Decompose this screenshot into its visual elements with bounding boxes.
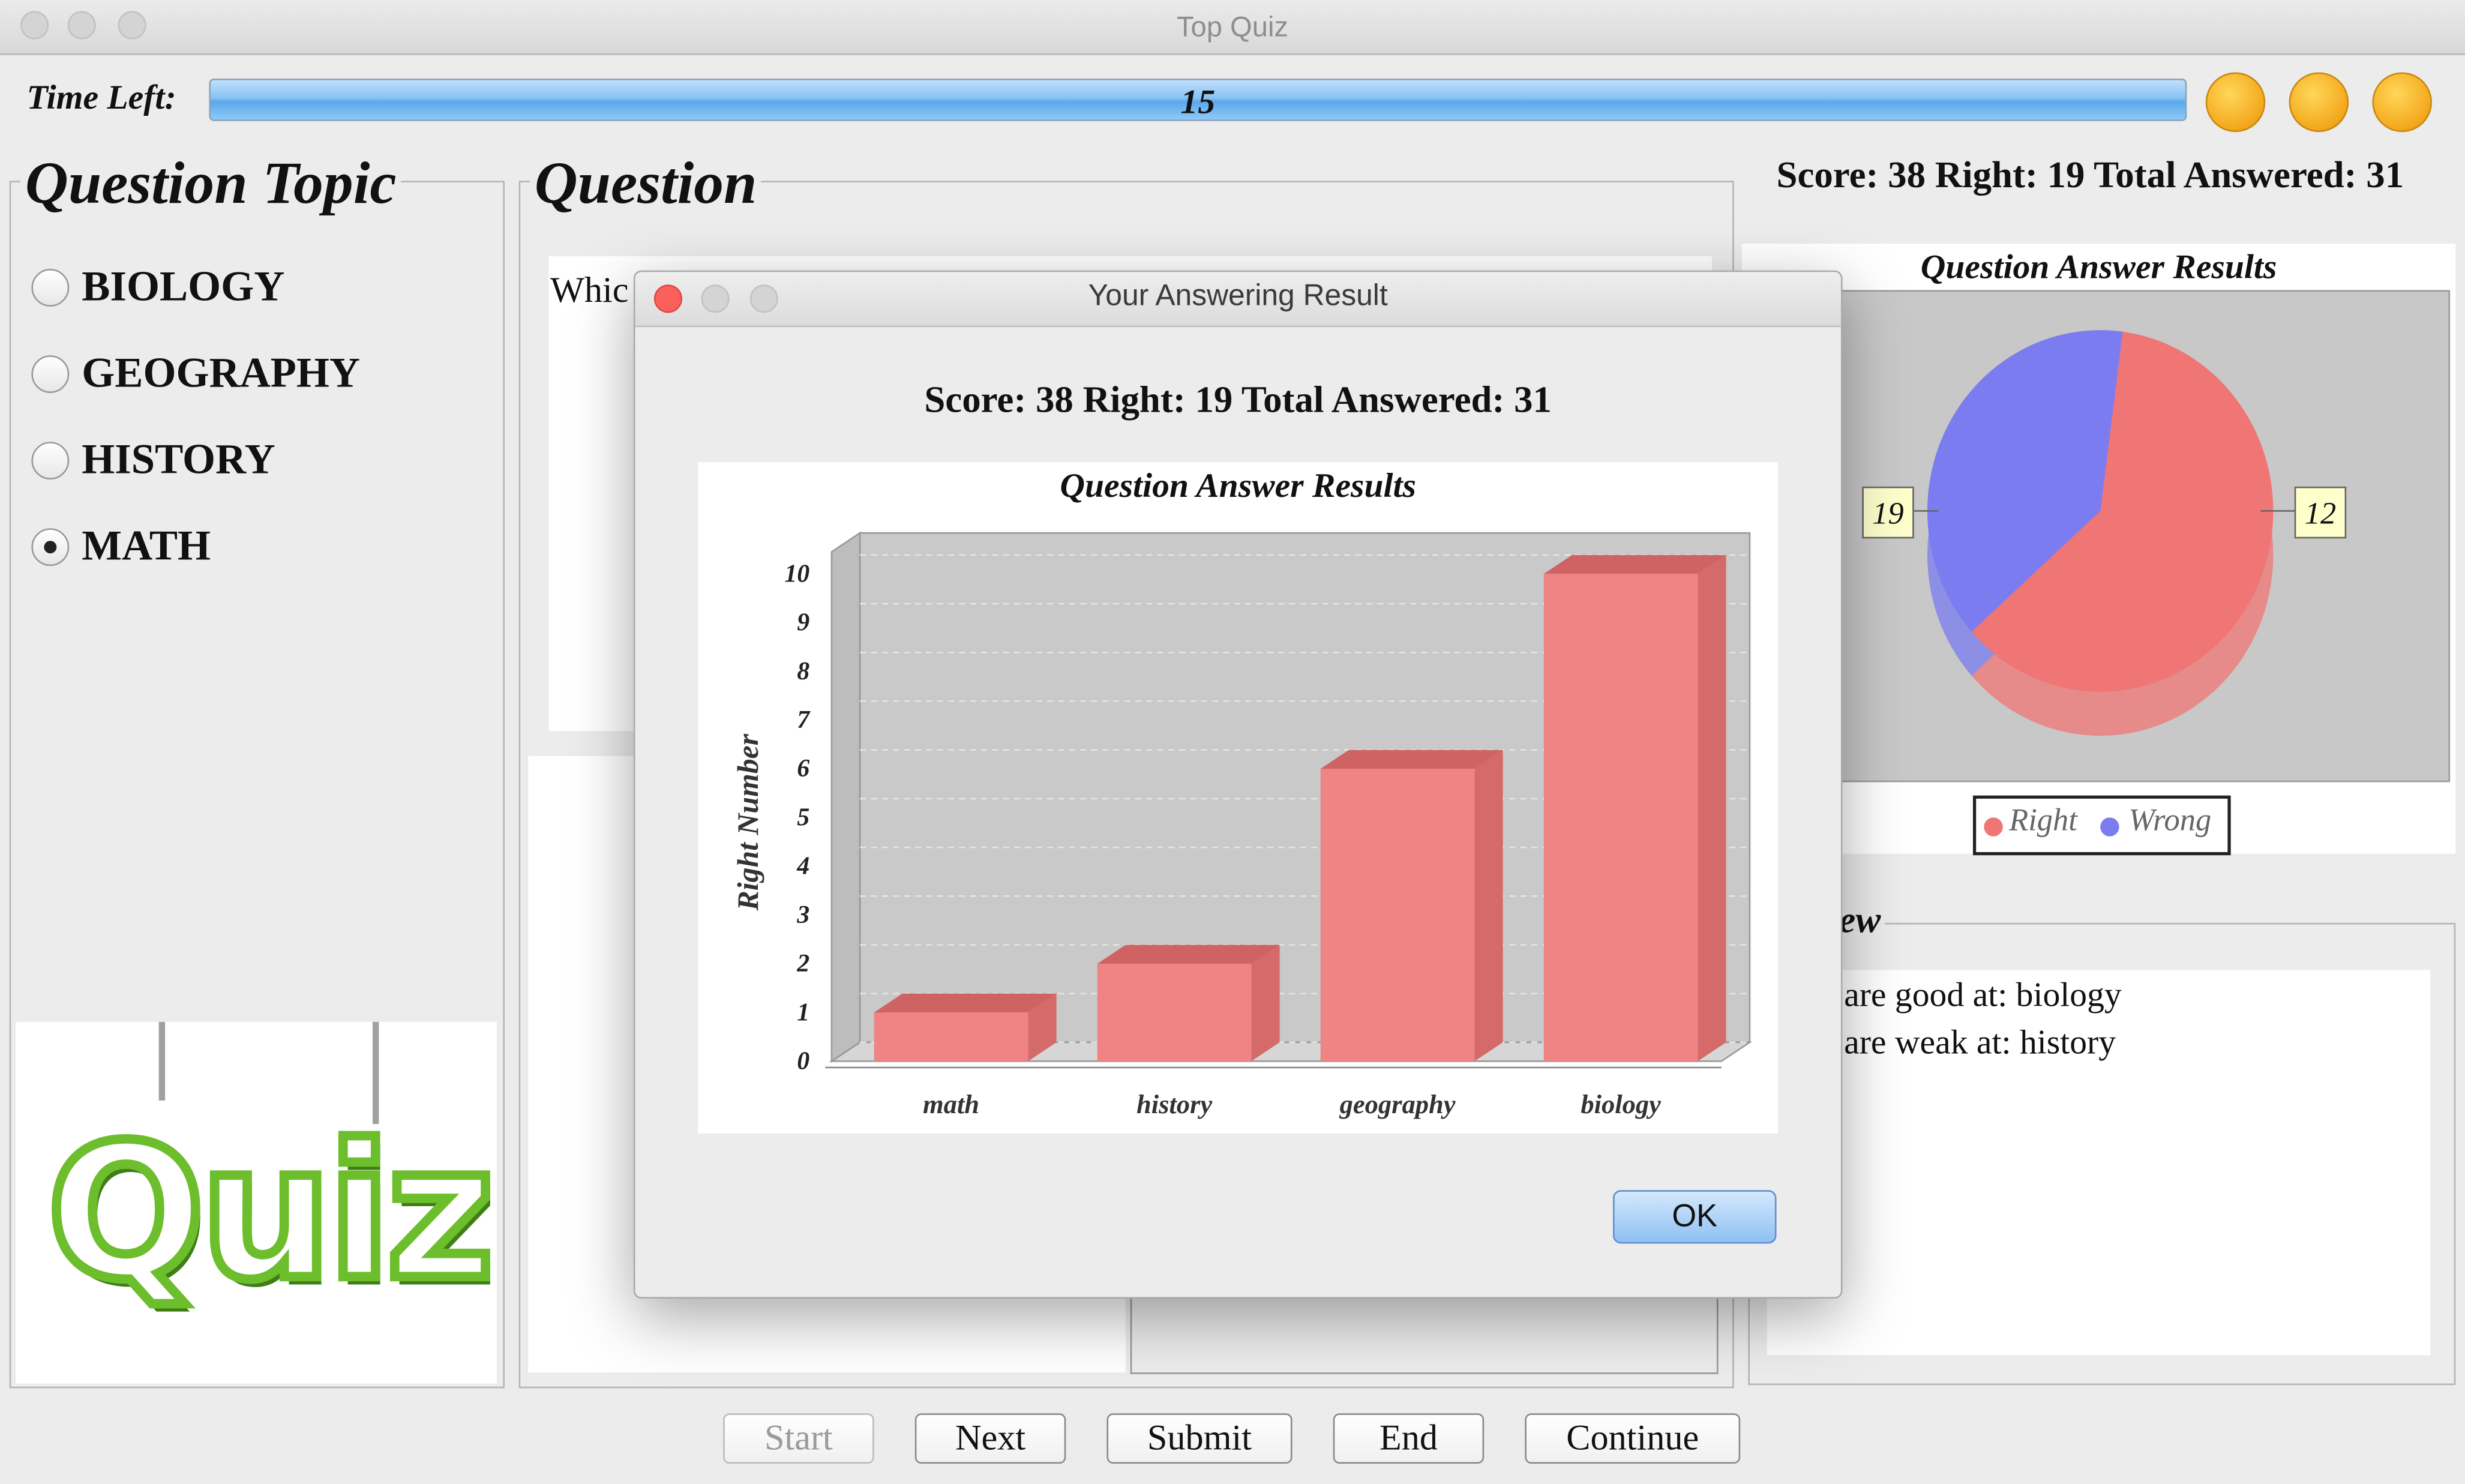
- logo-rope: [158, 1021, 166, 1101]
- pie-legend: Right Wrong: [1972, 795, 2231, 856]
- bar-chart-svg: 0 1 2 3 4 5 6 7 8 9 10 Right Number math history geogr…: [731, 531, 1753, 1119]
- legend-wrong-label: Wrong: [2128, 803, 2212, 838]
- radio-math[interactable]: [31, 528, 70, 566]
- bar-top: [1543, 554, 1726, 574]
- x-tick-label: geography: [1339, 1089, 1456, 1119]
- topic-title: Question Topic: [20, 154, 401, 214]
- x-tick-label: biology: [1581, 1089, 1661, 1119]
- radio-selected-dot: [44, 541, 57, 554]
- y-tick-label: 4: [796, 853, 809, 880]
- bar-side: [1698, 554, 1726, 1062]
- dialog-score-summary: Score: 38 Right: 19 Total Answered: 31: [924, 380, 1552, 422]
- start-button[interactable]: Start: [723, 1413, 874, 1464]
- dialog-title: Your Answering Result: [1088, 280, 1388, 313]
- time-progress-bar: 15: [209, 78, 2187, 121]
- smiley-icon: [2289, 72, 2349, 133]
- time-left-value: 15: [1180, 82, 1216, 121]
- topic-label-biology[interactable]: BIOLOGY: [82, 263, 284, 311]
- y-tick-label: 0: [797, 1048, 809, 1075]
- submit-button[interactable]: Submit: [1106, 1413, 1293, 1464]
- window-titlebar: Top Quiz: [0, 0, 2465, 55]
- quiz-logo-text: Quiz: [43, 1104, 499, 1321]
- topic-label-math[interactable]: MATH: [82, 522, 211, 571]
- bar-side: [1474, 750, 1503, 1062]
- smiley-icon: [2372, 72, 2432, 133]
- window-title: Top Quiz: [1176, 11, 1289, 43]
- bar-top: [1097, 945, 1280, 964]
- review-line-good: are good at: biology: [1844, 975, 2122, 1014]
- pie-label-right: 19: [1872, 496, 1903, 530]
- next-button[interactable]: Next: [914, 1413, 1066, 1464]
- score-summary: Score: 38 Right: 19 Total Answered: 31: [1776, 155, 2404, 197]
- review-line-weak: are weak at: history: [1844, 1021, 2116, 1062]
- ok-button[interactable]: OK: [1613, 1190, 1777, 1244]
- y-tick-label: 2: [796, 950, 809, 978]
- review-text-area: are good at: biology are weak at: histor…: [1767, 970, 2431, 1356]
- bar-chart: Question Answer Results 0 1 2 3 4 5 6 7 8 9 10 Righ…: [698, 462, 1779, 1134]
- bar-top: [874, 993, 1057, 1013]
- pie-label-wrong: 12: [2305, 496, 2336, 530]
- smiley-icon: [2205, 72, 2266, 133]
- y-tick-label: 10: [784, 560, 809, 587]
- pie-chart-svg: 19 12: [1838, 290, 2451, 783]
- time-left-label: Time Left:: [26, 77, 176, 116]
- continue-button[interactable]: Continue: [1525, 1413, 1741, 1464]
- y-tick-label: 1: [797, 999, 809, 1026]
- topic-label-geography[interactable]: GEOGRAPHY: [82, 349, 360, 398]
- bar-history: [1097, 963, 1252, 1062]
- result-dialog: Your Answering Result Score: 38 Right: 1…: [633, 270, 1843, 1299]
- plot-side-wall: [830, 531, 861, 1063]
- y-axis-label: Right Number: [731, 733, 764, 911]
- topic-label-history[interactable]: HISTORY: [82, 436, 275, 484]
- radio-geography[interactable]: [31, 355, 70, 393]
- bar-top: [1320, 750, 1503, 769]
- legend-right-dot: [1984, 817, 2003, 837]
- quiz-logo: Quiz: [16, 1021, 499, 1384]
- radio-history[interactable]: [31, 442, 70, 480]
- legend-right-label: Right: [2009, 803, 2077, 838]
- y-tick-label: 3: [796, 901, 809, 929]
- y-tick-label: 8: [797, 658, 809, 685]
- question-text: Whic: [550, 270, 629, 310]
- pie-group: [1927, 330, 2274, 736]
- y-tick-label: 6: [797, 755, 809, 783]
- radio-biology[interactable]: [31, 269, 70, 307]
- y-tick-label: 7: [797, 706, 811, 734]
- bar-biology: [1543, 574, 1698, 1062]
- bar-geography: [1320, 769, 1475, 1062]
- bar-math: [874, 1012, 1028, 1062]
- y-tick-label: 5: [797, 804, 809, 831]
- x-tick-label: history: [1136, 1089, 1212, 1119]
- x-tick-label: math: [923, 1089, 979, 1119]
- side-pie-chart: Question Answer Results 19 12 Right Wron…: [1741, 244, 2456, 856]
- bar-side: [1251, 945, 1280, 1062]
- question-title: Question: [529, 154, 762, 214]
- dialog-titlebar: Your Answering Result: [635, 272, 1841, 327]
- y-tick-label: 9: [797, 609, 809, 637]
- legend-wrong-dot: [2100, 817, 2119, 837]
- end-button[interactable]: End: [1333, 1413, 1485, 1464]
